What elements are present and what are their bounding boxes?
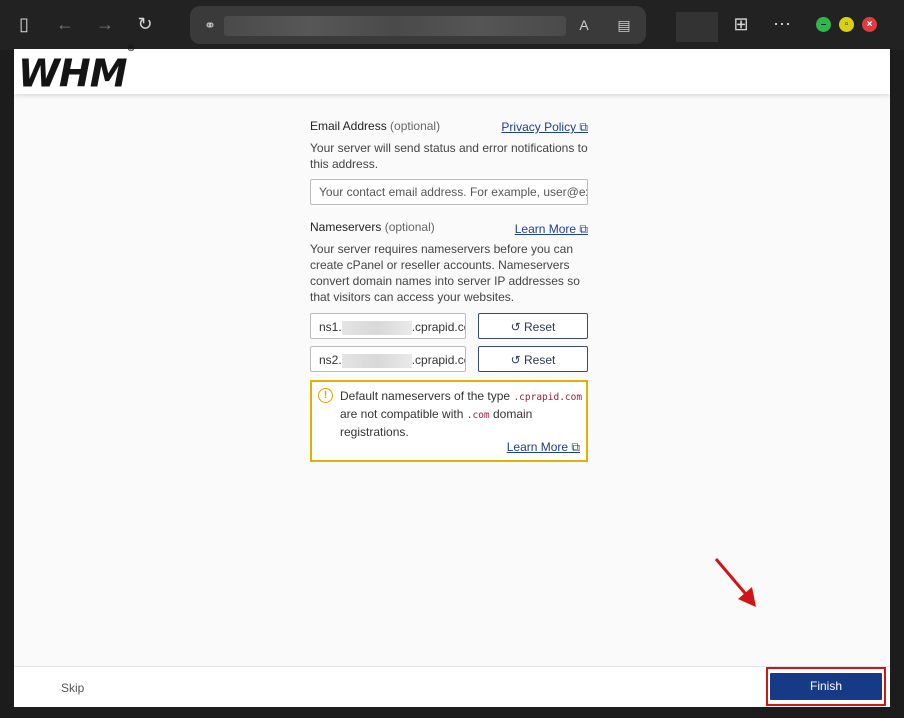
profile-avatar-redacted[interactable]	[676, 12, 718, 42]
warning-learn-more-link[interactable]: Learn More ⧉	[507, 440, 580, 455]
nameservers-label-row: Nameservers (optional) Learn More ⧉	[310, 220, 588, 236]
url-text-redacted	[224, 16, 566, 36]
page-header: WHM®	[14, 44, 890, 96]
finish-button[interactable]: Finish	[770, 673, 882, 700]
privacy-policy-link[interactable]: Privacy Policy ⧉	[501, 120, 588, 135]
browser-toolbar: ▯ ← → ↻ ⚭ A ▤ ⊞ ⋯ – ▫ ×	[0, 0, 904, 50]
nameserver-2-field[interactable]: ns2..cprapid.com	[310, 346, 466, 372]
warning-text: Default nameservers of the type .cprapid…	[340, 389, 583, 439]
nameserver-warning: ! Default nameservers of the type .cprap…	[310, 380, 588, 462]
forward-icon[interactable]: →	[93, 12, 117, 36]
nameservers-help-text: Your server requires nameservers before …	[310, 242, 580, 304]
refresh-icon[interactable]: ↻	[133, 12, 157, 36]
skip-button[interactable]: Skip	[61, 681, 84, 695]
nameservers-learn-more-link[interactable]: Learn More ⧉	[515, 222, 588, 237]
undo-icon: ↺	[510, 353, 521, 367]
back-icon[interactable]: ←	[53, 12, 77, 36]
minimize-icon[interactable]: –	[816, 17, 831, 32]
email-help-text: Your server will send status and error n…	[310, 141, 588, 171]
sidebar-icon[interactable]: ▯	[12, 12, 36, 36]
more-icon[interactable]: ⋯	[770, 12, 794, 36]
email-optional: (optional)	[390, 119, 441, 133]
extensions-icon[interactable]: ⊞	[729, 12, 753, 36]
undo-icon: ↺	[510, 320, 521, 334]
nameservers-label: Nameservers	[310, 220, 382, 234]
email-label: Email Address	[310, 119, 387, 133]
nameserver-row-2: ns2..cprapid.com ↺ Reset	[310, 346, 588, 372]
email-label-row: Email Address (optional) Privacy Policy …	[310, 119, 588, 135]
link-icon: ⚭	[204, 17, 216, 33]
nameserver-row-1: ns1..cprapid.com ↺ Reset	[310, 313, 588, 339]
close-icon[interactable]: ×	[862, 17, 877, 32]
annotation-arrow-icon	[714, 558, 756, 607]
warning-icon: !	[318, 388, 333, 403]
nameservers-optional: (optional)	[384, 220, 435, 234]
address-bar[interactable]: ⚭ A ▤	[190, 6, 646, 44]
nameserver-1-field[interactable]: ns1..cprapid.com	[310, 313, 466, 339]
nameserver-1-reset-button[interactable]: ↺ Reset	[478, 313, 588, 339]
redacted-hostname	[341, 320, 412, 335]
reader-icon[interactable]: ▤	[614, 15, 634, 35]
page-footer: Skip Finish	[14, 666, 890, 707]
translate-icon[interactable]: A	[574, 15, 594, 35]
email-field[interactable]: Your contact email address. For example,…	[310, 179, 588, 205]
maximize-icon[interactable]: ▫	[839, 17, 854, 32]
whm-logo: WHM®	[18, 44, 136, 96]
redacted-hostname	[341, 353, 412, 368]
nameserver-2-reset-button[interactable]: ↺ Reset	[478, 346, 588, 372]
